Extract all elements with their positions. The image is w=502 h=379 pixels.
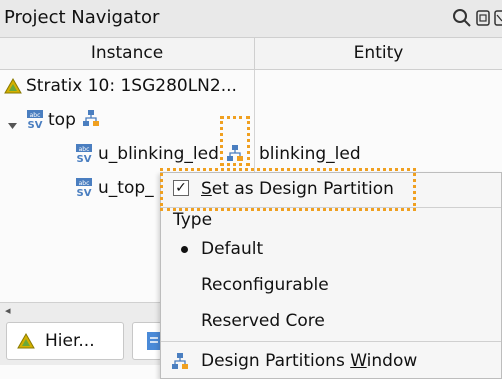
radio-selected-icon — [181, 246, 188, 253]
menu-separator — [161, 341, 501, 342]
menu-item-default[interactable]: Default — [161, 233, 501, 267]
menu-item-reserved-core[interactable]: Reserved Core — [161, 305, 501, 339]
panel-title: Project Navigator — [4, 7, 160, 28]
highlight-box-menu-item — [160, 168, 416, 211]
column-headers: Instance Entity — [0, 38, 502, 70]
search-icon[interactable] — [452, 8, 472, 32]
tree-row-label: u_top_ — [98, 178, 154, 198]
tree-row-u-blinking-led[interactable]: abc SV u_blinking_led blinking_led — [0, 138, 502, 172]
project-navigator-panel: Project Navigator Instance Entity Strati… — [0, 0, 502, 379]
restore-window-icon[interactable] — [476, 10, 490, 30]
svg-text:abc: abc — [79, 180, 90, 187]
svg-text:abc: abc — [30, 112, 41, 119]
svg-text:abc: abc — [79, 146, 90, 153]
tree-row-label: Stratix 10: 1SG280LN2... — [26, 76, 237, 96]
panel-titlebar: Project Navigator — [0, 0, 502, 38]
hierarchy-icon — [82, 109, 100, 132]
scroll-left-icon[interactable]: ◂ — [5, 304, 11, 317]
svg-text:SV: SV — [77, 154, 92, 164]
sv-file-icon: abc SV — [27, 110, 43, 131]
entity-cell: blinking_led — [259, 144, 361, 164]
highlight-box-icon — [220, 116, 250, 166]
tab-hierarchy-label: Hier... — [45, 331, 95, 351]
svg-text:SV: SV — [77, 188, 92, 198]
tree-row-device[interactable]: Stratix 10: 1SG280LN2... — [0, 70, 502, 104]
horizontal-scrollbar[interactable]: ◂ — [0, 302, 160, 320]
tree-row-label: u_blinking_led — [98, 144, 219, 164]
warning-triangle-icon — [17, 332, 35, 353]
tab-hierarchy[interactable]: Hier... — [6, 322, 124, 360]
menu-section-header: Type — [173, 210, 213, 230]
hierarchy-icon — [171, 352, 189, 375]
tree-row-label: top — [48, 110, 76, 130]
sv-file-icon: abc SV — [76, 178, 92, 199]
tree-row-top[interactable]: abc SV top — [0, 104, 502, 138]
menu-item-reconfigurable[interactable]: Reconfigurable — [161, 269, 501, 303]
expand-arrow-icon[interactable] — [8, 115, 17, 135]
menu-item-label: Design Partitions Window — [201, 351, 418, 371]
menu-item-label: Reconfigurable — [201, 275, 329, 295]
menu-item-label: Default — [201, 239, 264, 259]
tab-files[interactable] — [132, 322, 162, 360]
svg-text:SV: SV — [28, 120, 43, 130]
column-header-entity[interactable]: Entity — [255, 38, 502, 69]
menu-item-label: Reserved Core — [201, 311, 325, 331]
close-icon[interactable] — [494, 10, 502, 30]
sv-file-icon: abc SV — [76, 144, 92, 165]
column-header-instance[interactable]: Instance — [0, 38, 255, 69]
menu-item-design-partitions-window[interactable]: Design Partitions Window — [161, 345, 501, 379]
warning-triangle-icon — [4, 77, 22, 99]
